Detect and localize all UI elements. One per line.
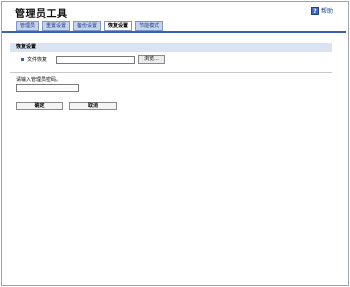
tab-restore-settings[interactable]: 恢复设置: [104, 21, 133, 31]
tab-reset-settings[interactable]: 重置设置: [42, 21, 71, 31]
tab-energy-saving[interactable]: 节能模式: [135, 21, 164, 31]
ok-button[interactable]: 确定: [16, 102, 63, 110]
help-label: 帮助: [320, 8, 333, 15]
password-prompt: 请输入管理员密码。: [16, 77, 62, 83]
tab-underline: [2, 31, 346, 33]
page-title: 管理员工具: [15, 9, 68, 20]
file-restore-label: 文件恢复: [27, 57, 48, 63]
bullet-icon: [21, 58, 24, 61]
help-icon: ?: [310, 6, 319, 15]
tab-backup-settings[interactable]: 备份设置: [73, 21, 102, 31]
section-header-restore: 恢复设置: [10, 43, 332, 52]
cancel-button[interactable]: 取消: [69, 102, 117, 110]
divider: [10, 72, 332, 73]
help-link[interactable]: ? 帮助: [310, 6, 333, 15]
file-path-input[interactable]: [56, 55, 135, 64]
tab-administrator[interactable]: 管理员: [16, 21, 40, 31]
browse-button[interactable]: 浏览...: [138, 55, 165, 64]
password-input[interactable]: [16, 84, 79, 92]
tab-bar: 管理员 重置设置 备份设置 恢复设置 节能模式: [16, 21, 164, 31]
file-restore-row: 文件恢复 浏览...: [21, 55, 165, 64]
